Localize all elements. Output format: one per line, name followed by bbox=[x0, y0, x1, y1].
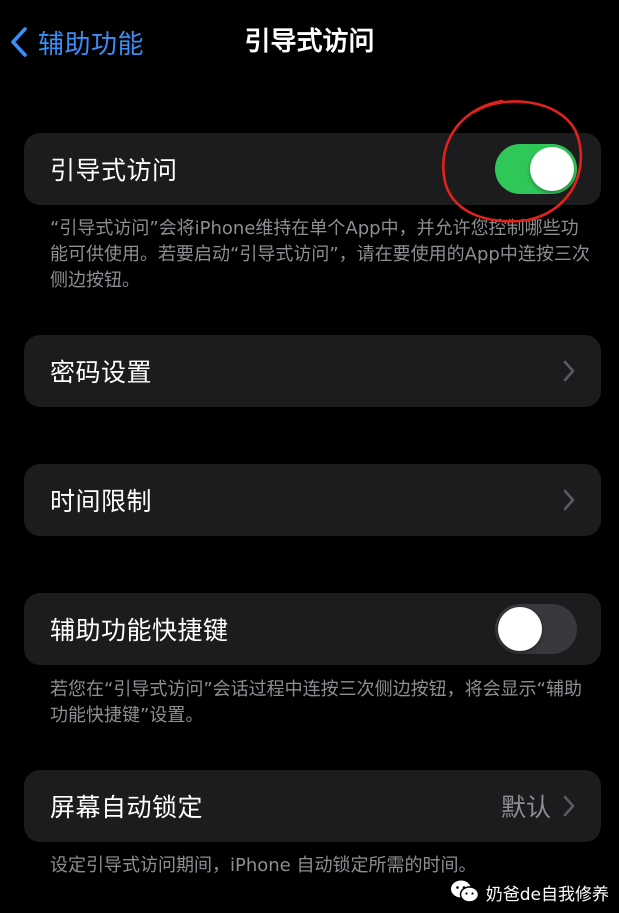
auto-lock-value: 默认 bbox=[500, 793, 551, 822]
guided-access-footer: “引导式访问”会将iPhone维持在单个App中，并允许您控制哪些功能可供使用。… bbox=[50, 218, 590, 291]
chevron-right-icon bbox=[563, 360, 575, 382]
watermark-text: 奶爸de自我修养 bbox=[485, 884, 609, 905]
wechat-icon bbox=[450, 879, 486, 905]
auto-lock-detail: 默认 bbox=[501, 788, 575, 824]
navigation-bar: 辅助功能 引导式访问 bbox=[0, 0, 619, 84]
guided-access-row: 引导式访问 bbox=[24, 133, 601, 205]
chevron-right-icon bbox=[563, 795, 575, 817]
time-limits-label: 时间限制 bbox=[50, 487, 153, 516]
auto-lock-footer: 设定引导式访问期间，iPhone 自动锁定所需的时间。 bbox=[50, 855, 477, 876]
guided-access-toggle[interactable] bbox=[495, 144, 577, 194]
accessibility-shortcut-row: 辅助功能快捷键 bbox=[24, 593, 601, 665]
toggle-knob bbox=[530, 147, 574, 191]
guided-access-label: 引导式访问 bbox=[50, 156, 178, 185]
passcode-settings-label: 密码设置 bbox=[50, 358, 153, 387]
passcode-settings-row[interactable]: 密码设置 bbox=[24, 335, 601, 407]
watermark: 奶爸de自我修养 bbox=[450, 879, 609, 905]
toggle-knob bbox=[498, 607, 542, 651]
page-title: 引导式访问 bbox=[244, 27, 375, 57]
chevron-right-icon bbox=[563, 489, 575, 511]
accessibility-shortcut-footer: 若您在“引导式访问”会话过程中连按三次侧边按钮，将会显示“辅助功能快捷键”设置。 bbox=[50, 679, 582, 726]
auto-lock-label: 屏幕自动锁定 bbox=[50, 793, 204, 822]
accessibility-shortcut-toggle[interactable] bbox=[495, 604, 577, 654]
time-limits-row[interactable]: 时间限制 bbox=[24, 464, 601, 536]
auto-lock-row[interactable]: 屏幕自动锁定 默认 bbox=[24, 770, 601, 842]
accessibility-shortcut-label: 辅助功能快捷键 bbox=[50, 616, 229, 645]
